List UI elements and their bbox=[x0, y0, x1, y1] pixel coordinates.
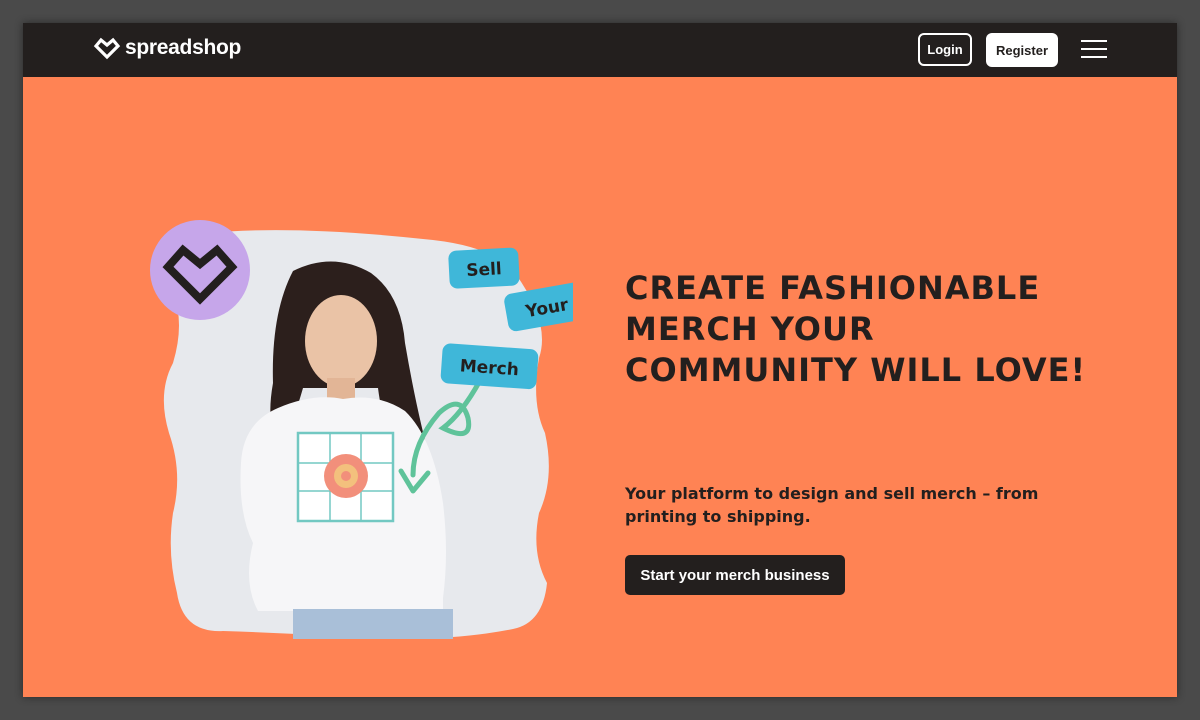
heart-logo-icon bbox=[93, 37, 121, 60]
top-navigation-bar: spreadshop Login Register bbox=[23, 23, 1177, 77]
hero-subheadline: Your platform to design and sell merch –… bbox=[625, 484, 1039, 526]
browser-viewport: spreadshop Login Register Sell Your Merc… bbox=[23, 23, 1177, 697]
login-button[interactable]: Login bbox=[918, 33, 972, 66]
brand-name: spreadshop bbox=[125, 36, 242, 59]
tag-label: Merch bbox=[459, 356, 519, 380]
hero-illustration: Sell Your Merch bbox=[143, 213, 590, 643]
start-merch-business-button[interactable]: Start your merch business bbox=[625, 555, 845, 595]
model-face bbox=[305, 295, 377, 387]
hamburger-menu-icon[interactable] bbox=[1081, 40, 1109, 62]
hero-headline: CREATE FASHIONABLE MERCH YOUR COMMUNITY … bbox=[625, 269, 1087, 389]
spreadshop-logo[interactable]: spreadshop bbox=[93, 36, 241, 60]
logo-badge bbox=[150, 220, 250, 320]
register-button[interactable]: Register bbox=[986, 33, 1058, 67]
tag-label: Sell bbox=[466, 259, 502, 281]
